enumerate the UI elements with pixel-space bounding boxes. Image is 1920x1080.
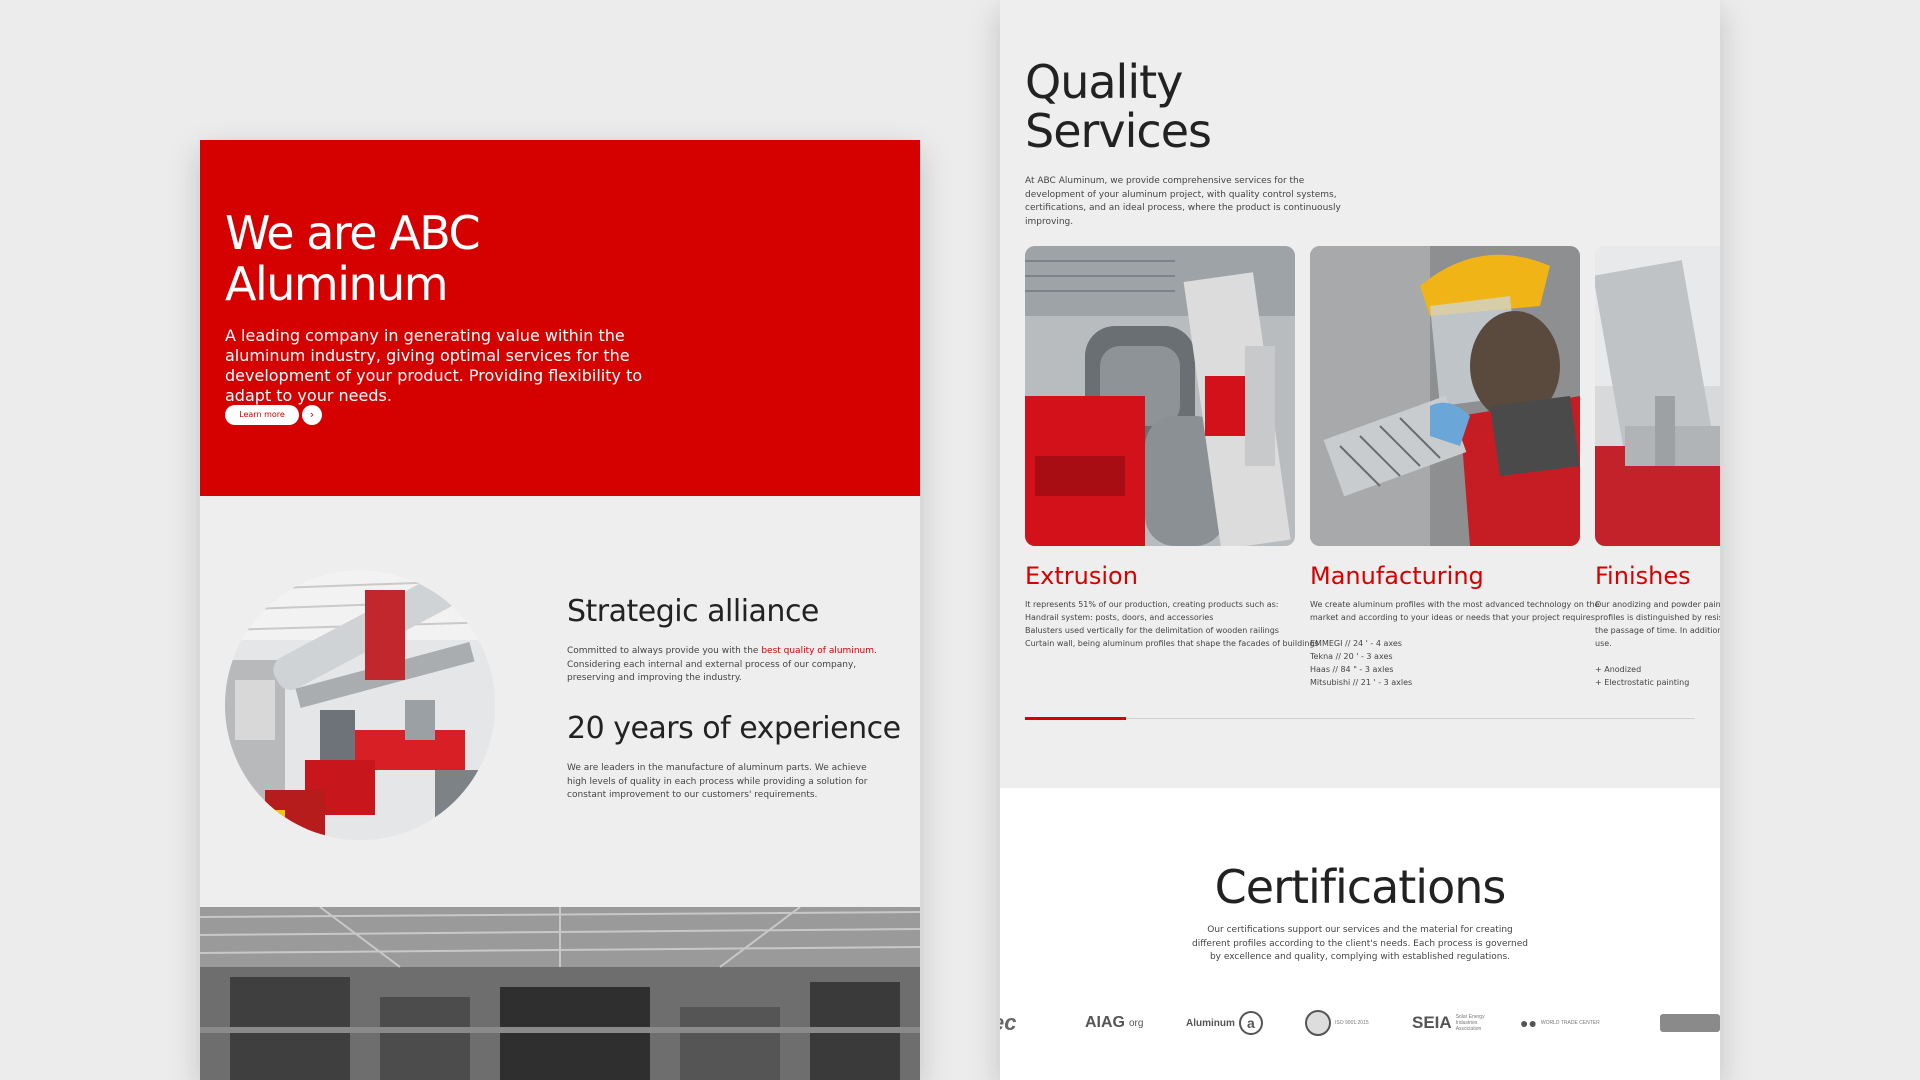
ec-logo: ec bbox=[1000, 1010, 1017, 1035]
aiag-logo: AIAG org bbox=[1085, 1014, 1144, 1031]
carousel-progress-track[interactable] bbox=[1025, 718, 1695, 719]
finishes-body: Our anodizing and powder painting profil… bbox=[1595, 600, 1720, 687]
best-quality-link[interactable]: best quality of aluminum. bbox=[761, 646, 877, 656]
chevron-right-icon[interactable]: › bbox=[302, 405, 322, 425]
carousel-progress-indicator[interactable] bbox=[1025, 717, 1126, 720]
strategic-alliance-title: Strategic alliance bbox=[567, 594, 819, 629]
service-card-finishes[interactable]: Finishes Our anodizing and powder painti… bbox=[1595, 246, 1720, 689]
learn-more-button[interactable]: Learn more bbox=[225, 405, 299, 425]
aluminum-association-logo: Aluminum a bbox=[1186, 1003, 1263, 1043]
manufacturing-image bbox=[1310, 246, 1580, 546]
extrusion-image bbox=[1025, 246, 1295, 546]
iso-logo: ISO 9001:2015 bbox=[1305, 1003, 1369, 1043]
hero-description: A leading company in generating value wi… bbox=[225, 326, 643, 405]
factory-banner-image bbox=[200, 907, 920, 1080]
world-trade-center-logo: ●● WORLD TRADE CENTER bbox=[1520, 1015, 1600, 1031]
service-card-extrusion[interactable]: Extrusion It represents 51% of our produ… bbox=[1025, 246, 1319, 650]
iso-seal-icon bbox=[1305, 1010, 1331, 1036]
seia-logo: SEIA Solar Energy Industries Association bbox=[1412, 1013, 1485, 1032]
service-card-manufacturing[interactable]: Manufacturing We create aluminum profile… bbox=[1310, 246, 1600, 689]
wtc-globe-icon: ●● bbox=[1520, 1015, 1537, 1031]
manufacturing-title: Manufacturing bbox=[1310, 562, 1484, 590]
factory-circle-image bbox=[225, 570, 495, 840]
services-page-mockup: Quality Services At ABC Aluminum, we prov… bbox=[1000, 0, 1720, 1080]
aluminum-a-icon: a bbox=[1238, 1011, 1263, 1035]
extrusion-title: Extrusion bbox=[1025, 562, 1138, 590]
hero-title: We are ABC Aluminum bbox=[225, 206, 481, 311]
certifications-description: Our certifications support our services … bbox=[1192, 925, 1528, 962]
finishes-image bbox=[1595, 246, 1720, 546]
hero-section: We are ABC Aluminum A leading company in… bbox=[200, 140, 920, 496]
extrusion-body: It represents 51% of our production, cre… bbox=[1025, 600, 1319, 648]
manufacturing-body: We create aluminum profiles with the mos… bbox=[1310, 600, 1600, 687]
experience-title: 20 years of experience bbox=[567, 711, 901, 746]
home-page-mockup: We are ABC Aluminum A leading company in… bbox=[200, 140, 920, 1080]
certification-logos: ec AIAG org Aluminum a ISO 9001:2015 SEI… bbox=[1000, 1003, 1720, 1043]
strategic-alliance-body: Committed to always provide you with the… bbox=[567, 646, 877, 683]
quality-services-section: Quality Services At ABC Aluminum, we prov… bbox=[1000, 0, 1720, 788]
experience-body: We are leaders in the manufacture of alu… bbox=[567, 763, 868, 800]
certifications-section: Certifications Our certifications suppor… bbox=[1000, 788, 1720, 1080]
quality-services-title: Quality Services bbox=[1025, 55, 1212, 158]
certifications-title: Certifications bbox=[1214, 860, 1507, 914]
quality-services-description: At ABC Aluminum, we provide comprehensiv… bbox=[1025, 176, 1341, 227]
finishes-title: Finishes bbox=[1595, 562, 1691, 590]
partial-logo bbox=[1660, 1003, 1720, 1043]
